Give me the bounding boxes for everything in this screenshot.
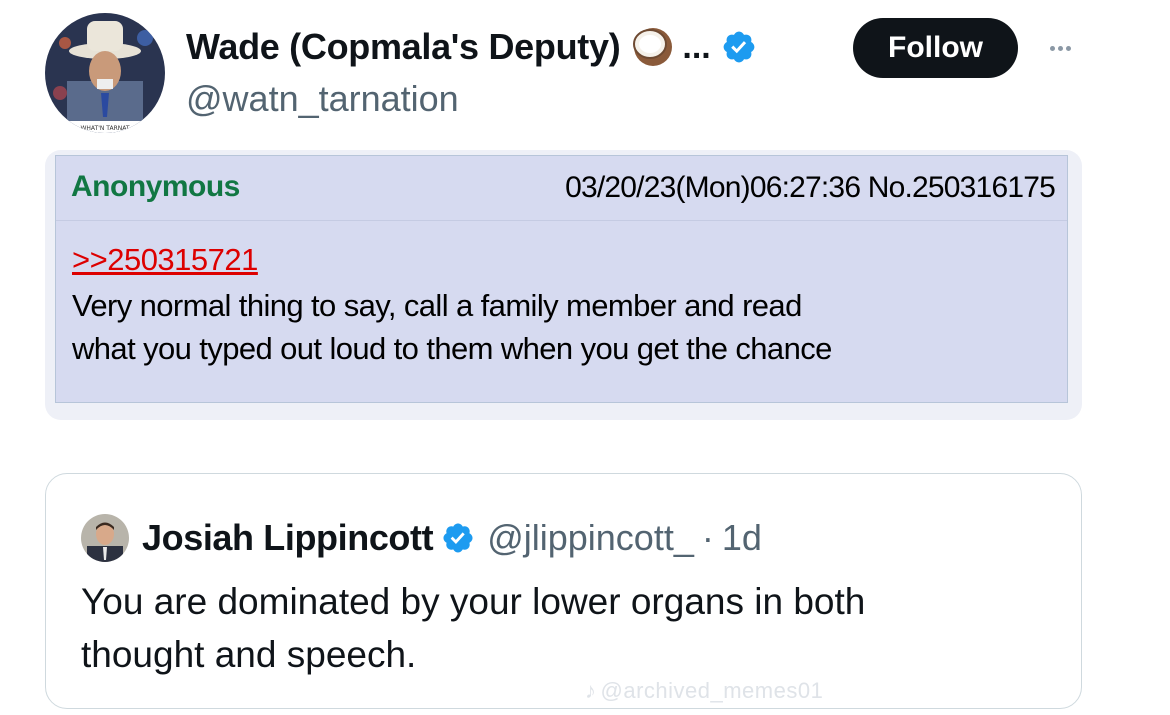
tweet-media-image[interactable]: Anonymous 03/20/23(Mon)06:27:36 No.25031… [45, 150, 1082, 420]
quoted-handle[interactable]: @jlippincott_ [487, 517, 694, 559]
watermark: ♪ @archived_memes01 [585, 678, 823, 704]
tiktok-icon: ♪ [585, 678, 597, 703]
verified-badge-icon [441, 521, 475, 555]
author-handle[interactable]: @watn_tarnation [186, 78, 459, 120]
chan-post-body: Very normal thing to say, call a family … [72, 284, 1032, 370]
chan-poster-name: Anonymous [71, 170, 240, 203]
quoted-author-row: Josiah Lippincott @jlippincott_ · 1d [142, 513, 762, 563]
follow-button[interactable]: Follow [853, 18, 1018, 78]
quoted-display-name[interactable]: Josiah Lippincott [142, 517, 434, 559]
more-options-icon[interactable] [1040, 28, 1080, 68]
quoted-tweet-card[interactable]: Josiah Lippincott @jlippincott_ · 1d You… [45, 473, 1082, 709]
chan-post-line: Very normal thing to say, call a family … [72, 288, 802, 323]
author-name-row: Wade (Copmala's Deputy) ... [186, 22, 757, 72]
author-display-name[interactable]: Wade (Copmala's Deputy) [186, 26, 621, 68]
quoted-text-line: thought and speech. [81, 634, 417, 675]
dot-separator: · [701, 517, 714, 558]
chan-post-header: Anonymous 03/20/23(Mon)06:27:36 No.25031… [56, 156, 1067, 221]
quoted-text-line: You are dominated by your lower organs i… [81, 581, 866, 622]
author-avatar[interactable]: WHAT'N TARNAT [45, 13, 165, 133]
avatar-caption: WHAT'N TARNAT [80, 125, 129, 132]
chan-quote-link: >>250315721 [72, 242, 258, 277]
quoted-author-avatar[interactable] [81, 514, 129, 562]
quoted-timestamp[interactable]: 1d [722, 517, 762, 559]
watermark-text: @archived_memes01 [600, 678, 824, 703]
coconut-icon [630, 24, 676, 70]
chan-post-line: what you typed out loud to them when you… [72, 331, 832, 366]
quoted-tweet-text: You are dominated by your lower organs i… [81, 575, 1041, 681]
chan-post-meta: 03/20/23(Mon)06:27:36 No.250316175 [565, 171, 1056, 204]
name-truncation: ... [682, 27, 711, 66]
verified-badge-icon [721, 29, 757, 65]
